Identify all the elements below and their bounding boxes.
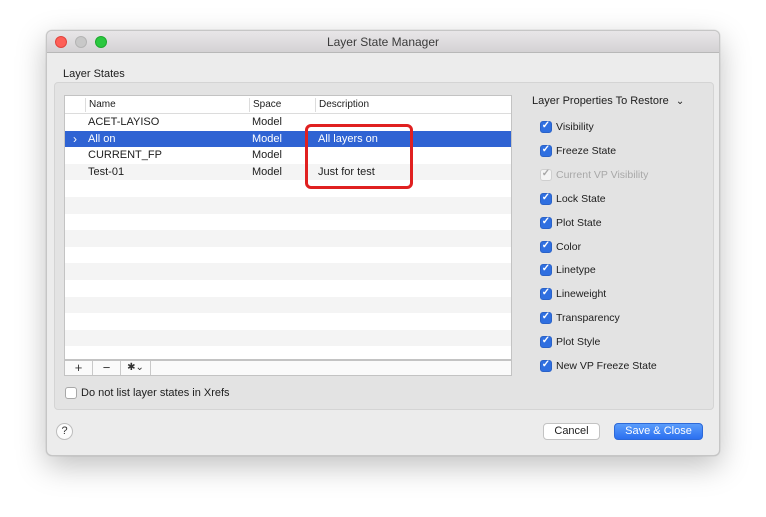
column-header-name[interactable]: Name <box>89 99 116 110</box>
table-toolbar: + − ✱⌄ <box>64 360 512 376</box>
empty-table-row <box>65 214 511 231</box>
table-row[interactable]: CURRENT_FP Model <box>65 147 511 164</box>
empty-table-row <box>65 180 511 197</box>
cell-space: Model <box>252 132 282 145</box>
cell-space: Model <box>252 116 282 128</box>
empty-table-row <box>65 280 511 297</box>
empty-table-row <box>65 313 511 330</box>
property-checkbox[interactable]: ✓ <box>540 143 552 157</box>
property-label: Freeze State <box>556 144 617 157</box>
empty-table-row <box>65 247 511 264</box>
property-option[interactable]: ✓ Freeze State <box>540 143 617 157</box>
column-divider <box>85 98 86 112</box>
property-label: Lock State <box>556 192 606 205</box>
table-row[interactable]: › All on Model All layers on <box>65 130 511 148</box>
table-row[interactable]: Test-01 Model Just for test <box>65 163 511 181</box>
checkmark-icon: ✓ <box>541 191 551 203</box>
cell-name: Test-01 <box>88 165 125 178</box>
layer-states-table[interactable]: Name Space Description ACET-LAYISO Model ›… <box>64 95 512 360</box>
empty-table-row <box>65 197 511 214</box>
property-checkbox[interactable]: ✓ <box>540 263 552 277</box>
property-checkbox[interactable]: ✓ <box>540 359 552 372</box>
property-checkbox[interactable]: ✓ <box>540 287 552 301</box>
cell-name: CURRENT_FP <box>88 149 162 162</box>
property-label: Transparency <box>556 312 620 325</box>
title-bar[interactable]: Layer State Manager <box>47 31 719 53</box>
checkmark-icon: ✓ <box>541 143 551 155</box>
property-option[interactable]: ✓ Lineweight <box>540 287 607 301</box>
cell-space: Model <box>252 165 282 178</box>
help-button[interactable]: ? <box>56 423 73 440</box>
cell-name: All on <box>88 132 116 145</box>
property-option: ✓ Current VP Visibility <box>540 167 649 181</box>
checkmark-icon: ✓ <box>541 359 551 370</box>
empty-table-row <box>65 346 511 359</box>
property-option[interactable]: ✓ Visibility <box>540 120 594 133</box>
column-header-description[interactable]: Description <box>319 99 369 110</box>
property-option[interactable]: ✓ Plot State <box>540 215 602 229</box>
property-option[interactable]: ✓ Transparency <box>540 311 620 325</box>
empty-table-row <box>65 263 511 280</box>
property-option[interactable]: ✓ Linetype <box>540 263 596 277</box>
column-divider <box>249 98 250 112</box>
table-header: Name Space Description <box>65 96 511 114</box>
property-label: Current VP Visibility <box>556 168 649 181</box>
layer-state-manager-window: Layer State Manager Layer States Name Sp… <box>46 30 720 456</box>
property-option[interactable]: ✓ Plot Style <box>540 335 601 349</box>
empty-table-row <box>65 329 511 347</box>
checkmark-icon: ✓ <box>541 311 551 323</box>
xrefs-option[interactable]: Do not list layer states in Xrefs <box>65 387 230 399</box>
save-and-close-button[interactable]: Save & Close <box>614 423 703 440</box>
checkmark-icon: ✓ <box>541 215 551 227</box>
remove-layer-state-button[interactable]: − <box>93 361 121 375</box>
cell-name: ACET-LAYISO <box>88 116 160 128</box>
checkmark-icon: ✓ <box>541 239 551 251</box>
layer-states-label: Layer States <box>63 68 125 80</box>
property-checkbox[interactable]: ✓ <box>540 311 552 325</box>
checkmark-icon: ✓ <box>541 335 551 347</box>
checkmark-icon: ✓ <box>541 287 551 299</box>
property-checkbox[interactable]: ✓ <box>540 239 552 253</box>
property-checkbox[interactable]: ✓ <box>540 215 552 229</box>
property-label: Visibility <box>556 121 594 133</box>
add-layer-state-button[interactable]: + <box>65 361 93 375</box>
xrefs-option-label: Do not list layer states in Xrefs <box>81 387 230 399</box>
annotation-highlight-box <box>305 124 413 189</box>
cancel-button[interactable]: Cancel <box>543 423 600 440</box>
property-label: Color <box>556 240 582 253</box>
xrefs-checkbox[interactable] <box>65 387 77 399</box>
window-title: Layer State Manager <box>326 35 440 49</box>
gear-menu-icon[interactable]: ✱⌄ <box>121 361 151 375</box>
properties-title: Layer Properties To Restore <box>532 95 669 107</box>
property-checkbox: ✓ <box>540 167 552 181</box>
chevron-down-icon: ⌄ <box>675 96 685 107</box>
checkmark-icon: ✓ <box>541 120 551 131</box>
properties-to-restore-dropdown[interactable]: Layer Properties To Restore ⌄ <box>532 95 684 107</box>
property-option[interactable]: ✓ Lock State <box>540 191 606 205</box>
property-label: New VP Freeze State <box>556 360 657 372</box>
chevron-right-icon[interactable]: › <box>73 132 77 146</box>
cell-space: Model <box>252 149 282 162</box>
table-row[interactable]: ACET-LAYISO Model <box>65 114 511 131</box>
column-header-space[interactable]: Space <box>253 99 281 110</box>
empty-table-row <box>65 296 511 314</box>
property-checkbox[interactable]: ✓ <box>540 120 552 133</box>
property-checkbox[interactable]: ✓ <box>540 335 552 349</box>
property-label: Plot State <box>556 216 602 229</box>
column-divider <box>315 98 316 112</box>
property-label: Plot Style <box>556 336 601 349</box>
property-checkbox[interactable]: ✓ <box>540 191 552 205</box>
checkmark-icon: ✓ <box>541 263 551 275</box>
checkmark-icon: ✓ <box>541 167 551 179</box>
property-label: Linetype <box>556 264 596 277</box>
property-option[interactable]: ✓ Color <box>540 239 582 253</box>
empty-table-row <box>65 230 511 247</box>
property-label: Lineweight <box>556 288 607 301</box>
property-option[interactable]: ✓ New VP Freeze State <box>540 359 657 372</box>
